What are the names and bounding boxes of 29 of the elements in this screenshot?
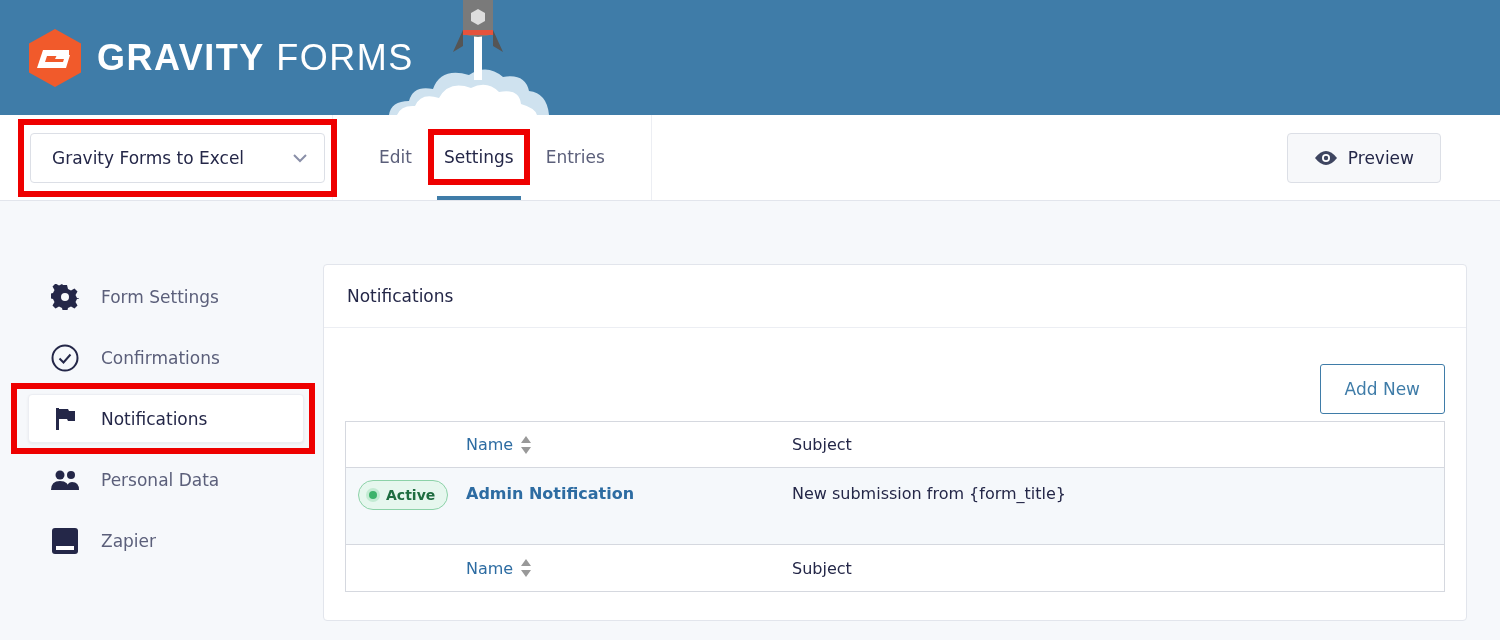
column-header[interactable]: Name (462, 435, 532, 454)
tab[interactable]: Edit (369, 135, 422, 179)
chevron-down-icon (292, 152, 308, 163)
check-circle-icon (51, 343, 79, 372)
gear-icon (51, 283, 79, 310)
sidebar-item[interactable]: Confirmations (28, 333, 304, 382)
logo-text: GRAVITY FORMS (97, 36, 414, 79)
column-footer: Subject (792, 558, 852, 578)
tab[interactable]: Settings (433, 135, 524, 179)
table-cell: New submission from {form_title} (792, 484, 1067, 503)
preview-button[interactable]: Preview (1286, 132, 1441, 183)
sidebar-item[interactable]: Notifications (28, 394, 304, 443)
status-badge[interactable]: Active (358, 480, 449, 510)
form-selector[interactable]: Gravity Forms to Excel (30, 132, 325, 183)
sort-icon (521, 559, 532, 577)
tab[interactable]: Entries (535, 135, 615, 179)
add-new-button[interactable]: Add New (1319, 364, 1445, 414)
column-header: Subject (792, 435, 852, 454)
panel-title: Notifications (347, 286, 454, 306)
sidebar-item[interactable]: Zapier (28, 516, 304, 565)
eye-icon (1313, 149, 1338, 166)
logo-icon (27, 27, 83, 88)
sort-icon (521, 435, 532, 454)
notification-link[interactable]: Admin Notification (462, 484, 635, 503)
sidebar-item[interactable]: Form Settings (28, 272, 304, 321)
sidebar-item[interactable]: Personal Data (28, 455, 304, 504)
column-footer[interactable]: Name (462, 558, 532, 578)
panel-icon (51, 527, 79, 554)
people-icon (51, 469, 79, 490)
